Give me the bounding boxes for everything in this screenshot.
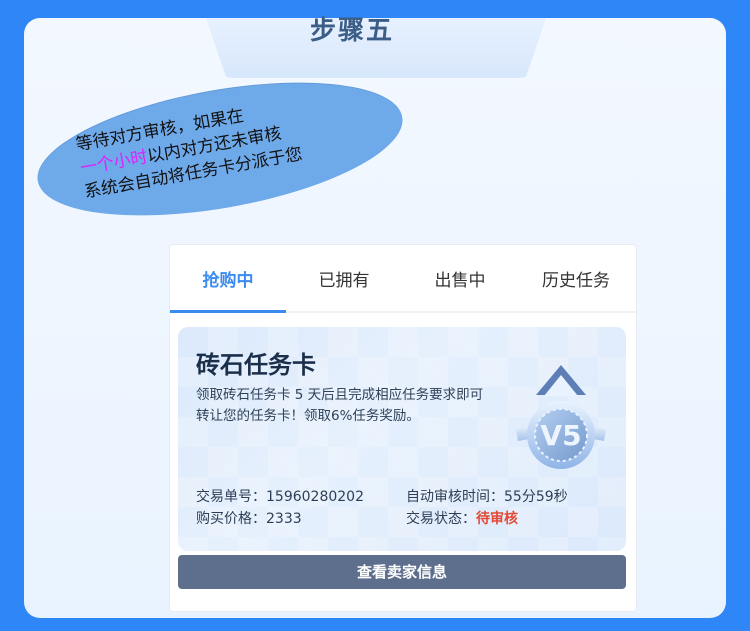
tab-history-tasks[interactable]: 历史任务	[518, 245, 634, 311]
trade-status: 交易状态：待审核	[406, 508, 616, 530]
task-title: 砖石任务卡	[196, 351, 316, 379]
order-number-value: 15960280202	[266, 489, 364, 505]
tab-bar: 抢购中 已拥有 出售中 历史任务	[170, 245, 636, 313]
svg-text:V5: V5	[540, 419, 581, 452]
purchase-price: 购买价格：2333	[196, 508, 406, 530]
order-number: 交易单号：15960280202	[196, 486, 406, 508]
tab-purchasing[interactable]: 抢购中	[170, 245, 286, 313]
info-row-1: 交易单号：15960280202 自动审核时间：55分59秒	[196, 486, 616, 508]
order-number-label: 交易单号：	[196, 489, 266, 505]
task-description-line-2: 转让您的任务卡！领取6%任务奖励。	[196, 408, 420, 424]
tab-owned[interactable]: 已拥有	[286, 245, 402, 311]
task-panel: 抢购中 已拥有 出售中 历史任务 砖石任务卡 领取砖石任务卡 5 天后且完成相应…	[169, 244, 637, 612]
info-row-2: 购买价格：2333 交易状态：待审核	[196, 508, 616, 530]
transaction-info: 交易单号：15960280202 自动审核时间：55分59秒 购买价格：2333…	[196, 486, 616, 530]
view-seller-info-button[interactable]: 查看卖家信息	[178, 555, 626, 589]
auto-review-label: 自动审核时间：	[406, 489, 504, 505]
task-description-line-1: 领取砖石任务卡 5 天后且完成相应任务要求即可	[196, 387, 484, 403]
price-label: 购买价格：	[196, 511, 266, 527]
page: 步骤五 等待对方审核，如果在 一个小时以内对方还未审核 系统会自动将任务卡分派于…	[0, 0, 750, 631]
task-description: 领取砖石任务卡 5 天后且完成相应任务要求即可 转让您的任务卡！领取6%任务奖励…	[196, 385, 536, 427]
auto-review-value: 55分59秒	[504, 489, 568, 505]
price-value: 2333	[266, 511, 302, 527]
status-badge: 待审核	[476, 511, 518, 527]
tab-selling[interactable]: 出售中	[402, 245, 518, 311]
task-card: 砖石任务卡 领取砖石任务卡 5 天后且完成相应任务要求即可 转让您的任务卡！领取…	[178, 327, 626, 551]
auto-review-time: 自动审核时间：55分59秒	[406, 486, 616, 508]
v5-medal-icon: V5	[516, 365, 606, 469]
status-label: 交易状态：	[406, 511, 476, 527]
step-title: 步骤五	[309, 16, 394, 46]
